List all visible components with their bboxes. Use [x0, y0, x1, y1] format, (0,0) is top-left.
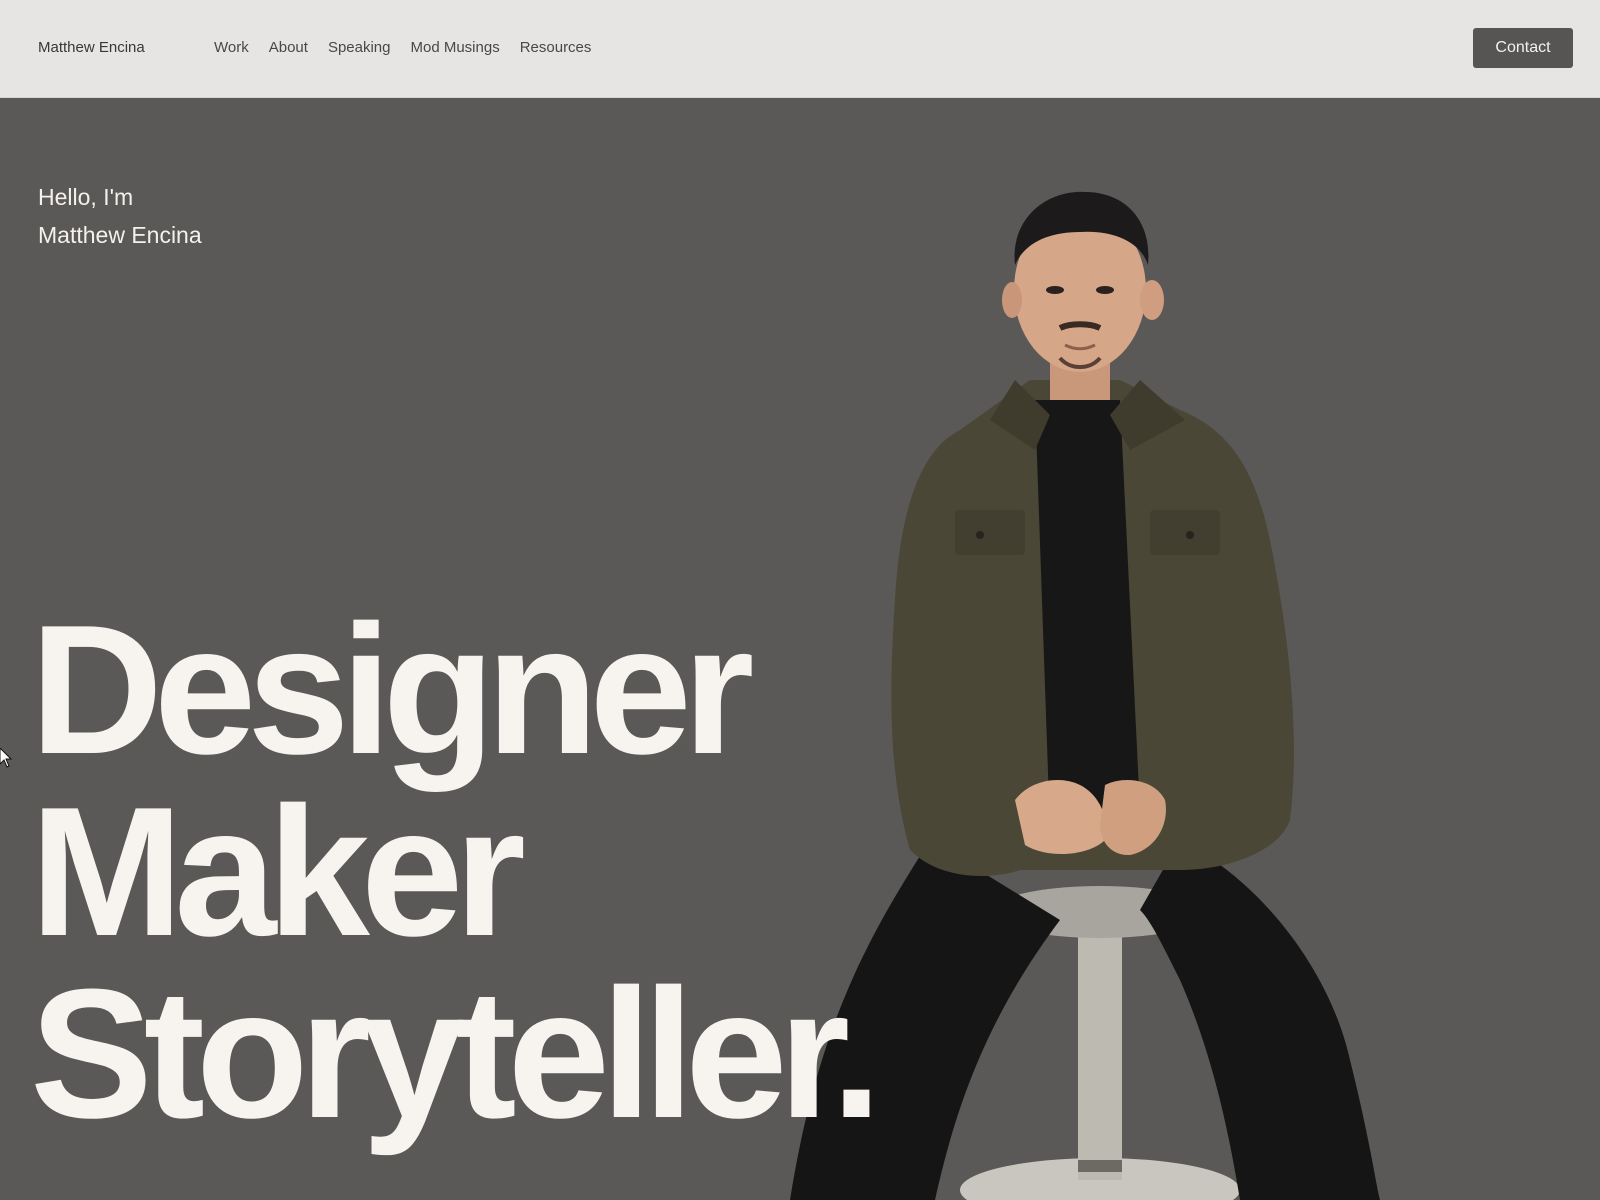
contact-button[interactable]: Contact	[1473, 28, 1573, 68]
hero-headline: Designer Maker Storyteller.	[30, 586, 882, 1156]
site-header: Matthew Encina Work About Speaking Mod M…	[0, 0, 1600, 98]
brand-link[interactable]: Matthew Encina	[38, 38, 145, 58]
mouse-pointer-icon	[0, 748, 12, 768]
hero-greeting: Hello, I'm Matthew Encina	[38, 178, 202, 254]
nav-item-speaking[interactable]: Speaking	[328, 38, 391, 58]
nav-item-resources[interactable]: Resources	[520, 38, 592, 58]
nav-item-mod-musings[interactable]: Mod Musings	[411, 38, 500, 58]
main-nav: Work About Speaking Mod Musings Resource…	[214, 38, 591, 58]
nav-item-work[interactable]: Work	[214, 38, 249, 58]
headline-line-1: Designer	[30, 586, 754, 792]
greeting-line-1: Hello, I'm	[38, 184, 134, 210]
page: Matthew Encina Work About Speaking Mod M…	[0, 0, 1600, 1200]
headline-line-3: Storyteller.	[30, 950, 882, 1156]
nav-item-about[interactable]: About	[269, 38, 308, 58]
headline-line-2: Maker	[30, 768, 526, 974]
greeting-line-2: Matthew Encina	[38, 222, 202, 248]
